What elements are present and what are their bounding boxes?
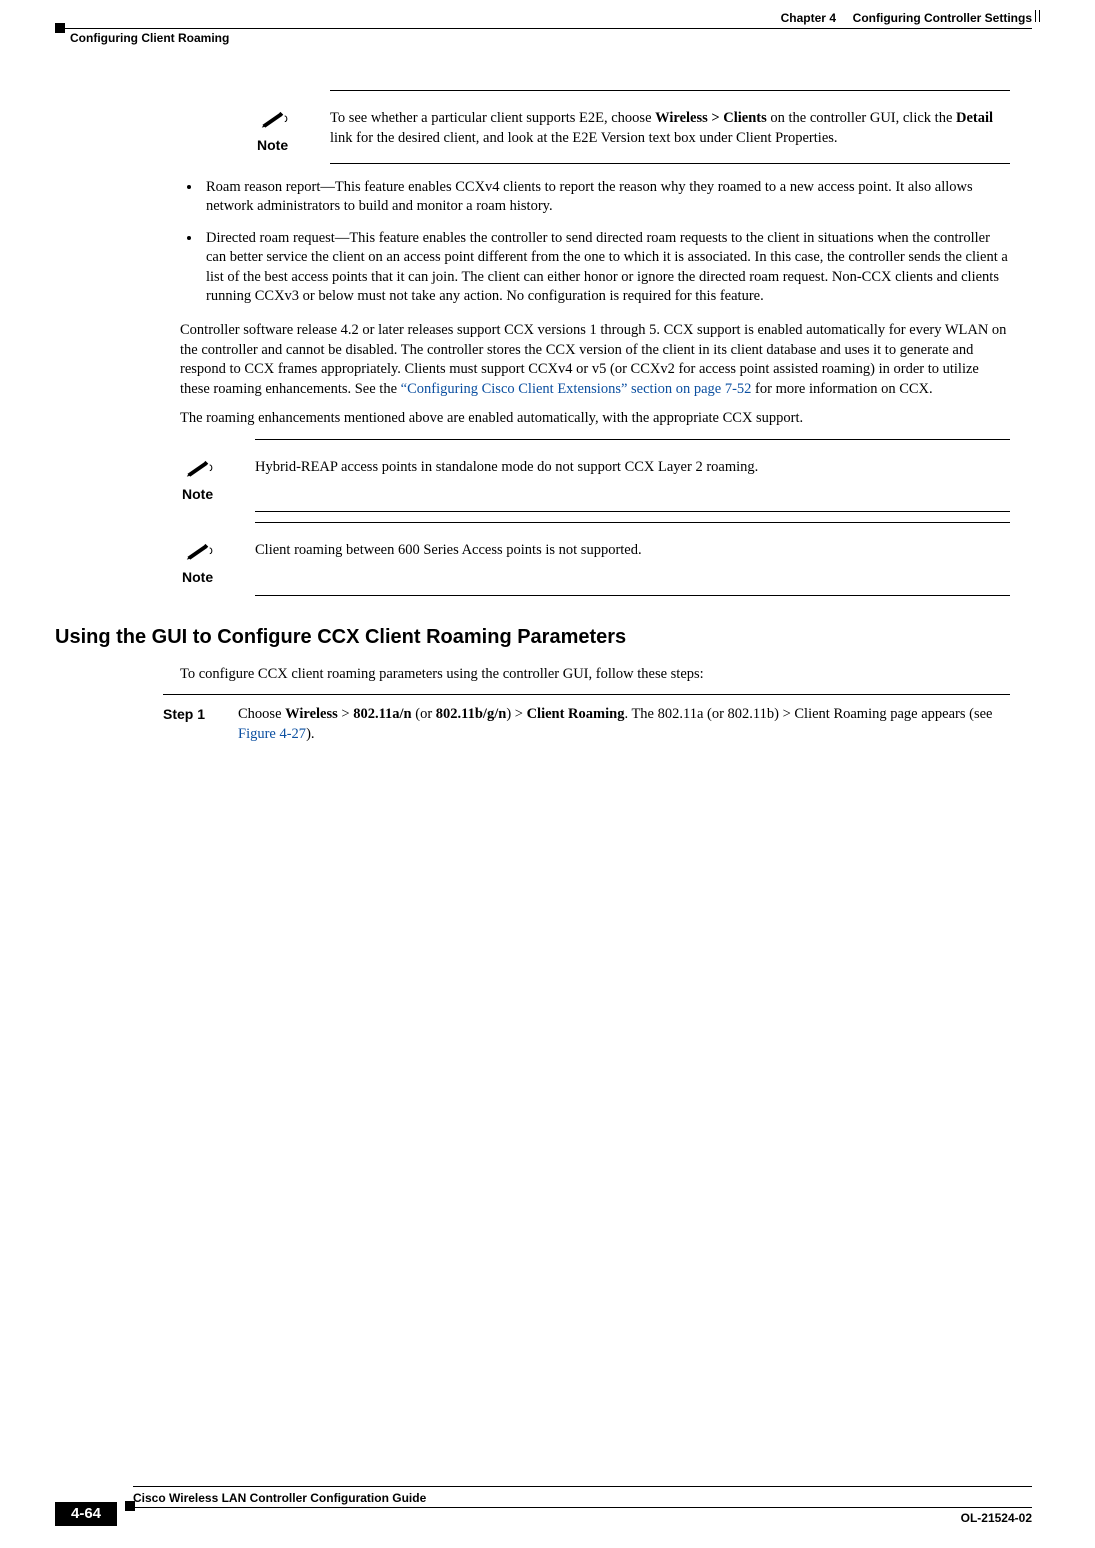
note-text: To see whether a particular client suppo… — [330, 110, 655, 126]
step-text: . The 802.11a (or 802.11b) > Client Roam… — [624, 706, 992, 722]
step-text: > — [338, 706, 353, 722]
note-block-1: Note To see whether a particular client … — [255, 90, 1010, 164]
step-text: ). — [306, 726, 314, 742]
footer-square-icon — [125, 1501, 135, 1511]
body-paragraph: The roaming enhancements mentioned above… — [180, 409, 1010, 429]
step-text: ) > — [506, 706, 526, 722]
intro-paragraph: To configure CCX client roaming paramete… — [180, 665, 1010, 685]
list-item: Roam reason report—This feature enables … — [202, 178, 1010, 217]
page-header: Chapter 4 Configuring Controller Setting… — [55, 10, 1040, 55]
header-square-icon — [55, 23, 65, 33]
note-label: Note — [182, 486, 213, 502]
body-paragraph: Controller software release 4.2 or later… — [180, 321, 1010, 399]
note-rule-top — [330, 90, 1010, 91]
note-rule-bottom — [255, 595, 1010, 596]
page-body: Note To see whether a particular client … — [180, 90, 1010, 745]
note-rule-top — [255, 522, 1010, 523]
note-block-2: Note Hybrid-REAP access points in standa… — [180, 439, 1010, 513]
step-text: (or — [412, 706, 436, 722]
chapter-label: Chapter 4 — [781, 11, 836, 25]
menu-bold: 802.11a/n — [353, 706, 411, 722]
step-body: Choose Wireless > 802.11a/n (or 802.11b/… — [238, 705, 1010, 744]
menu-bold: 802.11b/g/n — [436, 706, 507, 722]
note-text: link for the desired client, and look at… — [330, 130, 838, 146]
footer-guide-title: Cisco Wireless LAN Controller Configurat… — [133, 1486, 1032, 1507]
section-title: Configuring Client Roaming — [55, 29, 1040, 46]
step-text: Choose — [238, 706, 285, 722]
chapter-line: Chapter 4 Configuring Controller Setting… — [55, 10, 1040, 28]
note-rule-bottom — [255, 511, 1010, 512]
procedure-step-1: Step 1 Choose Wireless > 802.11a/n (or 8… — [163, 705, 1010, 744]
note-body: Hybrid-REAP access points in standalone … — [255, 458, 1010, 478]
step-label: Step 1 — [163, 705, 238, 744]
pencil-icon — [186, 458, 214, 485]
para-text: for more information on CCX. — [751, 381, 932, 397]
note-block-3: Note Client roaming between 600 Series A… — [180, 522, 1010, 596]
footer-doc-number: OL-21524-02 — [961, 1510, 1032, 1526]
list-item: Directed roam request—This feature enabl… — [202, 229, 1010, 307]
chapter-title: Configuring Controller Settings — [853, 11, 1032, 25]
note-body: To see whether a particular client suppo… — [330, 109, 1010, 148]
note-label: Note — [182, 569, 213, 585]
menu-bold: Wireless — [285, 706, 338, 722]
note-body: Client roaming between 600 Series Access… — [255, 541, 1010, 561]
note-rule-top — [255, 439, 1010, 440]
note-text: on the controller GUI, click the — [767, 110, 956, 126]
pencil-icon — [186, 541, 214, 568]
link-name-bold: Detail — [956, 110, 993, 126]
menu-bold: Client Roaming — [527, 706, 625, 722]
section-heading: Using the GUI to Configure CCX Client Ro… — [55, 624, 1010, 651]
menu-path-bold: Wireless > Clients — [655, 110, 767, 126]
cross-reference-link[interactable]: “Configuring Cisco Client Extensions” se… — [401, 381, 752, 397]
note-rule-bottom — [330, 163, 1010, 164]
figure-reference-link[interactable]: Figure 4-27 — [238, 726, 306, 742]
feature-bullet-list: Roam reason report—This feature enables … — [180, 178, 1010, 307]
note-label: Note — [257, 137, 288, 153]
page-footer: Cisco Wireless LAN Controller Configurat… — [55, 1486, 1040, 1526]
header-tick-icon — [1035, 10, 1040, 22]
pencil-icon — [261, 109, 289, 136]
page-number: 4-64 — [55, 1502, 117, 1526]
step-separator-rule — [163, 694, 1010, 695]
